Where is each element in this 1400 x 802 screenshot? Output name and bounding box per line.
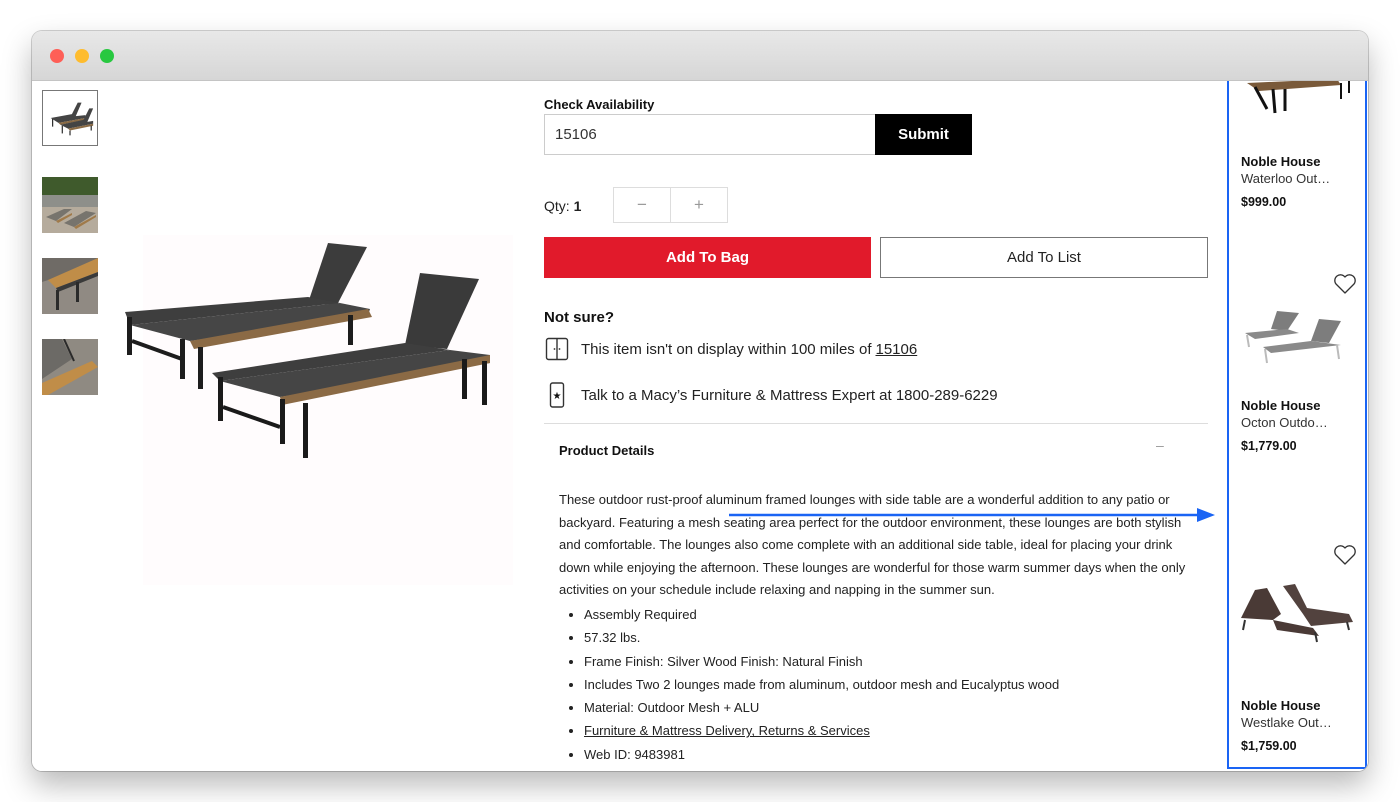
recommendation-name[interactable]: Westlake Out…	[1241, 715, 1332, 730]
collapse-icon[interactable]: –	[1156, 437, 1164, 453]
quantity-label-text: Qty:	[544, 198, 570, 214]
recommendation-image	[1245, 311, 1341, 364]
thumbnail-3[interactable]	[42, 258, 98, 314]
recommendation-price: $999.00	[1241, 195, 1287, 209]
maximize-window-button[interactable]	[100, 49, 114, 63]
expert-contact-text[interactable]: Talk to a Macy’s Furniture & Mattress Ex…	[581, 387, 998, 404]
decrement-button[interactable]: −	[614, 188, 670, 222]
detail-item: Frame Finish: Silver Wood Finish: Natura…	[584, 650, 1059, 673]
recommendation-price: $1,779.00	[1241, 439, 1297, 453]
increment-button[interactable]: +	[670, 188, 727, 222]
browser-window: Check Availability Submit Qty: 1 − + Add…	[32, 31, 1368, 771]
product-description: These outdoor rust-proof aluminum framed…	[559, 492, 1186, 597]
quantity-value: 1	[573, 198, 582, 214]
detail-item: 57.32 lbs.	[584, 626, 1059, 649]
product-details-heading[interactable]: Product Details	[559, 443, 654, 458]
heart-icon[interactable]	[1333, 273, 1357, 295]
not-sure-heading: Not sure?	[544, 309, 615, 326]
product-details-list: Assembly Required 57.32 lbs. Frame Finis…	[584, 603, 1059, 766]
recommendation-price: $1,759.00	[1241, 739, 1297, 753]
thumbnail-1[interactable]	[42, 90, 98, 146]
title-bar	[32, 31, 1368, 81]
close-window-button[interactable]	[50, 49, 64, 63]
delivery-returns-link[interactable]: Furniture & Mattress Delivery, Returns &…	[584, 723, 870, 738]
heart-icon[interactable]	[1333, 544, 1357, 566]
recommendation-name[interactable]: Waterloo Out…	[1241, 171, 1330, 186]
thumbnail-4[interactable]	[42, 339, 98, 395]
expert-contact-row: ★ Talk to a Macy’s Furniture & Mattress …	[544, 382, 998, 408]
detail-item: Furniture & Mattress Delivery, Returns &…	[584, 719, 1059, 742]
thumbnail-2[interactable]	[42, 177, 98, 233]
detail-item: Assembly Required	[584, 603, 1059, 626]
submit-button[interactable]: Submit	[875, 114, 972, 155]
mesh-detail-thumbnail-image	[42, 339, 98, 395]
store-door-icon	[544, 336, 570, 362]
check-availability-label: Check Availability	[544, 97, 655, 112]
detail-item: Includes Two 2 lounges made from aluminu…	[584, 673, 1059, 696]
wood-table-thumbnail-image	[42, 258, 98, 314]
recommendations-panel: Noble House Waterloo Out… $999.00 Noble …	[1227, 81, 1367, 769]
detail-item: Material: Outdoor Mesh + ALU	[584, 696, 1059, 719]
recommendation-name[interactable]: Octon Outdo…	[1241, 415, 1328, 430]
display-availability-text: This item isn't on display within 100 mi…	[581, 340, 872, 358]
chaise-lounge-pair-image	[125, 243, 490, 458]
quantity-label: Qty: 1	[544, 198, 581, 214]
add-to-bag-button[interactable]: Add To Bag	[544, 237, 871, 278]
zip-code-input[interactable]	[544, 114, 876, 155]
patio-thumbnail-image	[42, 177, 98, 233]
display-zip-link[interactable]: 15106	[876, 341, 918, 358]
annotation-arrow-icon	[729, 508, 1215, 522]
minimize-window-button[interactable]	[75, 49, 89, 63]
quantity-stepper: − +	[613, 187, 728, 223]
recommendation-brand: Noble House	[1241, 698, 1321, 713]
recommendation-brand: Noble House	[1241, 398, 1321, 413]
display-availability-row: This item isn't on display within 100 mi…	[544, 336, 917, 362]
lounge-thumbnail-image	[43, 91, 97, 145]
page-content: Check Availability Submit Qty: 1 − + Add…	[32, 81, 1368, 771]
recommendation-image	[1241, 584, 1353, 643]
detail-item: Web ID: 9483981	[584, 743, 1059, 766]
section-divider	[544, 423, 1208, 424]
recommendation-image	[1247, 81, 1350, 114]
main-product-image[interactable]	[125, 235, 513, 585]
svg-text:★: ★	[553, 391, 562, 402]
recommendation-brand: Noble House	[1241, 154, 1321, 169]
phone-star-icon: ★	[544, 382, 570, 408]
add-to-list-button[interactable]: Add To List	[880, 237, 1208, 278]
